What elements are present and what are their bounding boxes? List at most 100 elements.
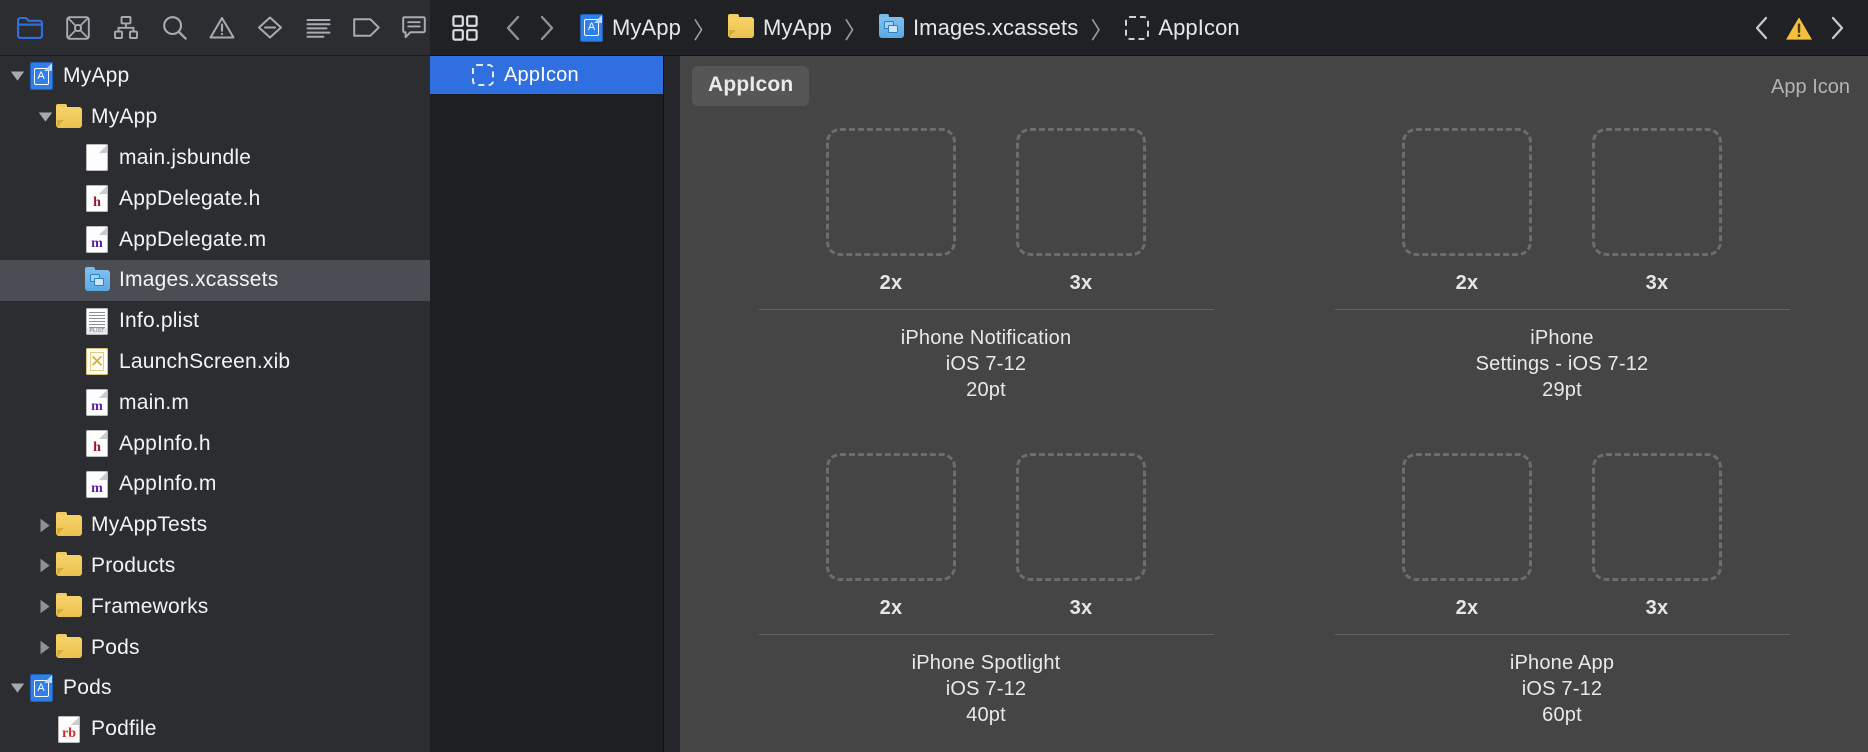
nav-row-label: AppInfo.h xyxy=(119,431,211,455)
symbol-hierarchy-icon[interactable] xyxy=(110,11,142,45)
disclosure-triangle-closed-icon[interactable] xyxy=(34,546,56,586)
icon-group-iphone-notification: 2x 3x iPhone Notification iOS 7-12 20pt xyxy=(698,102,1274,427)
slot-scale-label: 3x xyxy=(1069,272,1093,294)
nav-row-label: Podfile xyxy=(91,717,157,741)
disclosure-triangle-open-icon[interactable] xyxy=(6,668,28,708)
icon-drop-slot[interactable] xyxy=(826,128,956,256)
forward-button[interactable] xyxy=(530,11,564,45)
icon-group-caption: iPhone Notification iOS 7-12 20pt xyxy=(901,326,1072,404)
nav-row-label: LaunchScreen.xib xyxy=(119,349,291,373)
slot-scale-label: 3x xyxy=(1645,597,1669,619)
nav-row-appinfo-m[interactable]: m AppInfo.m xyxy=(0,464,430,505)
back-button[interactable] xyxy=(496,11,530,45)
breadcrumb: A MyApp 〉 MyApp 〉 Images.xcassets 〉 AppI… xyxy=(578,11,1868,45)
nav-row-label: Products xyxy=(91,553,176,577)
source-control-icon[interactable] xyxy=(62,11,94,45)
nav-row-appinfo-h[interactable]: h AppInfo.h xyxy=(0,423,430,464)
nav-row-frameworks[interactable]: Frameworks xyxy=(0,586,430,627)
nav-row-appdelegate-m[interactable]: m AppDelegate.m xyxy=(0,219,430,260)
icon-slot-cell[interactable]: 3x xyxy=(1592,128,1722,295)
grid-view-icon[interactable] xyxy=(450,13,480,43)
breadcrumb-item-group[interactable]: MyApp xyxy=(726,14,834,41)
slot-row: 2x 3x xyxy=(826,128,1146,295)
disclosure-triangle-open-icon[interactable] xyxy=(34,97,56,137)
icon-drop-slot[interactable] xyxy=(1016,453,1146,581)
slot-row: 2x 3x xyxy=(1402,453,1722,620)
nav-row-podfile[interactable]: rb Podfile xyxy=(0,709,430,750)
icon-slot-cell[interactable]: 2x xyxy=(1402,128,1532,295)
group-divider xyxy=(758,309,1214,310)
icon-drop-slot[interactable] xyxy=(1592,128,1722,256)
folder-icon xyxy=(56,593,82,620)
breadcrumb-label: MyApp xyxy=(762,14,832,40)
next-issue-button[interactable] xyxy=(1820,11,1854,45)
search-icon[interactable] xyxy=(158,11,190,45)
breadcrumb-item-project[interactable]: A MyApp xyxy=(578,13,683,42)
nav-row-images-xcassets[interactable]: Images.xcassets xyxy=(0,259,430,301)
icon-drop-slot[interactable] xyxy=(1402,128,1532,256)
disclosure-triangle-closed-icon[interactable] xyxy=(34,587,56,627)
icon-group-caption: iPhone App iOS 7-12 60pt xyxy=(1510,651,1614,729)
nav-row-myapp-group[interactable]: MyApp xyxy=(0,97,430,138)
folder-icon xyxy=(56,103,82,130)
nav-row-pods-project[interactable]: A Pods xyxy=(0,668,430,709)
folder-icon xyxy=(56,634,82,661)
warning-triangle-icon[interactable] xyxy=(206,11,238,45)
slot-scale-label: 2x xyxy=(879,272,903,294)
breadcrumb-item-appicon[interactable]: AppIcon xyxy=(1123,15,1241,41)
previous-issue-button[interactable] xyxy=(1744,11,1778,45)
icon-drop-slot[interactable] xyxy=(1016,128,1146,256)
report-bubble-icon[interactable] xyxy=(398,11,430,45)
caption-line-size: 29pt xyxy=(1542,379,1582,401)
nav-row-pods-group[interactable]: Pods xyxy=(0,627,430,668)
issue-warning-icon[interactable] xyxy=(1782,11,1816,45)
appicon-set-icon xyxy=(472,64,494,86)
icon-slot-cell[interactable]: 3x xyxy=(1016,453,1146,620)
debug-list-icon[interactable] xyxy=(302,11,334,45)
folder-navigator-icon[interactable] xyxy=(14,11,46,45)
icon-group-iphone-spotlight: 2x 3x iPhone Spotlight iOS 7-12 40pt xyxy=(698,427,1274,752)
header-file-icon: h xyxy=(84,430,110,458)
issue-navigation-controls xyxy=(1744,0,1854,56)
test-diamond-icon[interactable] xyxy=(254,11,286,45)
nav-row-launchscreen-xib[interactable]: ✕ LaunchScreen.xib xyxy=(0,342,430,383)
asset-list-item-appicon[interactable]: AppIcon xyxy=(430,56,663,94)
icon-slot-cell[interactable]: 3x xyxy=(1592,453,1722,620)
breadcrumb-item-xcassets[interactable]: Images.xcassets xyxy=(877,14,1080,41)
nav-row-myapp-project[interactable]: A MyApp xyxy=(0,56,430,97)
caption-line-os: iOS 7-12 xyxy=(1521,678,1603,700)
asset-catalog-list[interactable]: AppIcon xyxy=(430,56,664,752)
editor-tab-appicon[interactable]: AppIcon xyxy=(692,66,810,106)
icon-slot-cell[interactable]: 2x xyxy=(1402,453,1532,620)
icon-slot-cell[interactable]: 3x xyxy=(1016,128,1146,295)
icon-slot-cell[interactable]: 2x xyxy=(826,453,956,620)
navigator-toolbar xyxy=(0,0,430,56)
asset-editor: AppIcon App Icon 2x 3x iPhone Notificati… xyxy=(680,56,1868,752)
nav-row-products[interactable]: Products xyxy=(0,546,430,587)
disclosure-triangle-closed-icon[interactable] xyxy=(34,628,56,668)
disclosure-triangle-open-icon[interactable] xyxy=(6,56,28,96)
icon-drop-slot[interactable] xyxy=(1402,453,1532,581)
icon-slot-cell[interactable]: 2x xyxy=(826,128,956,295)
icon-drop-slot[interactable] xyxy=(826,453,956,581)
nav-row-label: Frameworks xyxy=(91,594,209,618)
nav-row-appdelegate-h[interactable]: h AppDelegate.h xyxy=(0,178,430,219)
caption-line-os: iOS 7-12 xyxy=(945,353,1027,375)
icon-group-caption: iPhone Settings - iOS 7-12 29pt xyxy=(1476,326,1649,404)
icon-drop-slot[interactable] xyxy=(1592,453,1722,581)
nav-row-myapptests[interactable]: MyAppTests xyxy=(0,505,430,546)
disclosure-triangle-closed-icon[interactable] xyxy=(34,505,56,545)
nav-row-info-plist[interactable]: PLIST Info.plist xyxy=(0,301,430,342)
project-navigator[interactable]: A MyApp MyApp main.jsbundle h AppDelegat… xyxy=(0,56,430,752)
appicon-set-icon xyxy=(1125,15,1150,40)
caption-line-device: iPhone xyxy=(1530,327,1594,349)
nav-row-main-m[interactable]: m main.m xyxy=(0,382,430,423)
slot-scale-label: 2x xyxy=(879,597,903,619)
icon-group-iphone-app: 2x 3x iPhone App iOS 7-12 60pt xyxy=(1274,427,1850,752)
breakpoint-tag-icon[interactable] xyxy=(350,11,382,45)
nav-row-main-jsbundle[interactable]: main.jsbundle xyxy=(0,138,430,179)
caption-line-device: iPhone Notification xyxy=(900,327,1072,349)
